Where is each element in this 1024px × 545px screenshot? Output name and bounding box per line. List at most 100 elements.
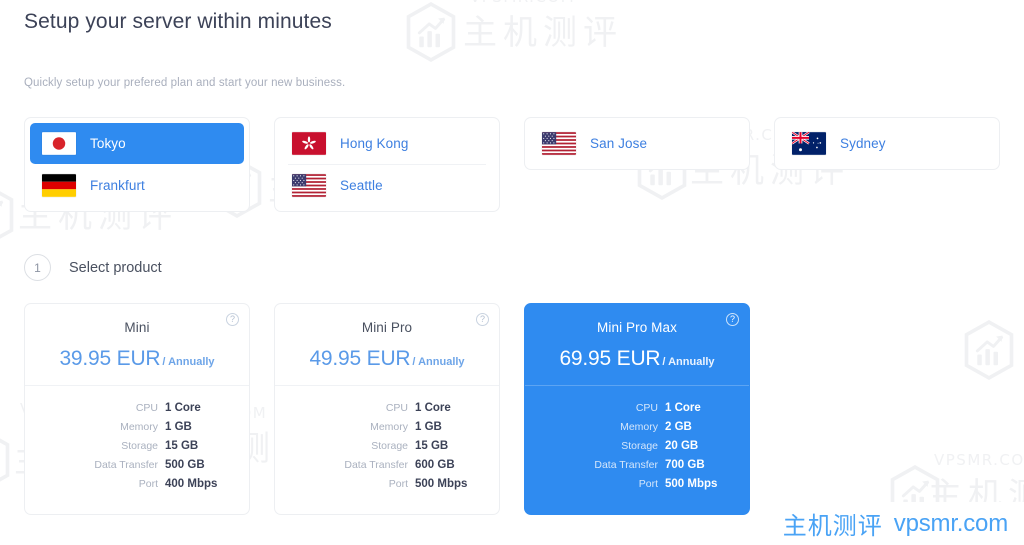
spec-row-memory: Memory 2 GB [535,421,727,433]
spec-label: Storage [371,440,408,452]
spec-value: 500 Mbps [665,478,718,490]
spec-label: Memory [120,421,158,433]
spec-label: Memory [370,421,408,433]
spec-label: Data Transfer [594,459,658,471]
spec-value: 400 Mbps [165,478,218,490]
spec-row-cpu: CPU 1 Core [535,402,727,414]
location-column: Sydney [774,117,1000,170]
step-number-badge: 1 [24,254,51,281]
spec-label: Port [138,478,158,490]
spec-label: CPU [135,402,158,414]
location-column: San Jose [524,117,750,170]
location-item-label: Frankfurt [90,178,145,193]
location-item-hong-kong[interactable]: Hong Kong [280,123,494,164]
spec-value: 15 GB [165,440,199,452]
spec-row-storage: Storage 20 GB [535,440,727,452]
spec-row-port: Port 500 Mbps [285,478,477,490]
location-item-label: San Jose [590,136,648,151]
flag-de-icon [42,174,76,197]
spec-label: Data Transfer [94,459,158,471]
product-price-amount: 49.95 EUR [309,347,411,370]
product-name: Mini [124,320,150,335]
location-grid: Tokyo Frankfurt Hong Kong Seattle San Jose Sy… [24,117,1000,212]
spec-row-port: Port 500 Mbps [535,478,727,490]
spec-label: Storage [121,440,158,452]
flag-au-icon [792,132,826,155]
product-spec-list: CPU 1 Core Memory 2 GB Storage 20 GB Data Tran… [525,386,749,514]
product-card-mini[interactable]: ? Mini 39.95 EUR / Annually CPU 1 Core Memory 1… [24,303,250,515]
spec-row-memory: Memory 1 GB [285,421,477,433]
spec-label: CPU [635,402,658,414]
spec-value: 600 GB [415,459,455,471]
spec-value: 2 GB [665,421,692,433]
product-price-line: 39.95 EUR / Annually [39,347,235,371]
spec-row-cpu: CPU 1 Core [285,402,477,414]
spec-value: 1 Core [415,402,451,414]
flag-jp-icon [42,132,76,155]
spec-row-port: Port 400 Mbps [35,478,227,490]
location-item-label: Seattle [340,178,383,193]
spec-value: 1 GB [165,421,192,433]
spec-value: 1 Core [665,402,701,414]
step-title: Select product [69,259,162,276]
spec-value: 20 GB [665,440,699,452]
help-circle-icon[interactable]: ? [476,313,489,326]
location-column: Hong Kong Seattle [274,117,500,212]
spec-row-data-transfer: Data Transfer 700 GB [535,459,727,471]
spec-row-memory: Memory 1 GB [35,421,227,433]
page-subtitle: Quickly setup your prefered plan and sta… [24,77,346,89]
page-title: Setup your server within minutes [24,10,332,33]
location-item-seattle[interactable]: Seattle [280,164,494,206]
product-card-header: ? Mini Pro Max 69.95 EUR / Annually [525,304,749,386]
flag-us-icon [292,174,326,197]
product-name: Mini Pro [361,320,413,335]
product-grid: ? Mini 39.95 EUR / Annually CPU 1 Core Memory 1… [24,303,1000,515]
spec-row-data-transfer: Data Transfer 500 GB [35,459,227,471]
site-watermark-badge: 主机测评 vpsmr.com [768,502,1024,545]
help-circle-icon[interactable]: ? [726,313,739,326]
spec-row-data-transfer: Data Transfer 600 GB [285,459,477,471]
product-card-mini-pro-max[interactable]: ? Mini Pro Max 69.95 EUR / Annually CPU 1 Cor… [524,303,750,515]
flag-us-icon [542,132,576,155]
location-item-label: Sydney [840,136,886,151]
site-watermark-cn: 主机测评 [782,512,883,540]
spec-label: Port [638,478,658,490]
product-spec-list: CPU 1 Core Memory 1 GB Storage 15 GB Data Tran… [275,386,499,514]
location-item-label: Tokyo [90,136,126,151]
location-item-label: Hong Kong [340,136,409,151]
spec-label: Data Transfer [344,459,408,471]
spec-value: 500 GB [165,459,205,471]
product-price-amount: 39.95 EUR [59,347,161,370]
spec-label: Port [388,478,408,490]
spec-row-storage: Storage 15 GB [35,440,227,452]
spec-value: 1 Core [165,402,201,414]
product-card-mini-pro[interactable]: ? Mini Pro 49.95 EUR / Annually CPU 1 Core Mem… [274,303,500,515]
help-circle-icon[interactable]: ? [226,313,239,326]
product-price-period: / Annually [412,356,465,368]
location-column: Tokyo Frankfurt [24,117,250,212]
product-price-amount: 69.95 EUR [559,347,661,370]
product-name: Mini Pro Max [597,320,677,335]
spec-row-cpu: CPU 1 Core [35,402,227,414]
product-spec-list: CPU 1 Core Memory 1 GB Storage 15 GB Data Tran… [25,386,249,514]
location-item-san-jose[interactable]: San Jose [530,123,744,164]
product-card-header: ? Mini Pro 49.95 EUR / Annually [275,304,499,386]
page-container: Setup your server within minutes Quickly… [0,0,1024,515]
location-item-tokyo[interactable]: Tokyo [30,123,244,164]
product-price-period: / Annually [662,356,715,368]
product-price-line: 69.95 EUR / Annually [539,347,735,371]
product-price-period: / Annually [162,356,215,368]
product-card-header: ? Mini 39.95 EUR / Annually [25,304,249,386]
step-header: 1 Select product [24,254,1000,281]
spec-row-storage: Storage 15 GB [285,440,477,452]
spec-label: Storage [621,440,658,452]
spec-value: 700 GB [665,459,705,471]
site-watermark-url: vpsmr.com [893,509,1008,537]
location-item-sydney[interactable]: Sydney [780,123,994,164]
spec-label: CPU [385,402,408,414]
spec-value: 500 Mbps [415,478,468,490]
location-item-frankfurt[interactable]: Frankfurt [30,165,244,206]
spec-value: 1 GB [415,421,442,433]
spec-label: Memory [620,421,658,433]
spec-value: 15 GB [415,440,449,452]
